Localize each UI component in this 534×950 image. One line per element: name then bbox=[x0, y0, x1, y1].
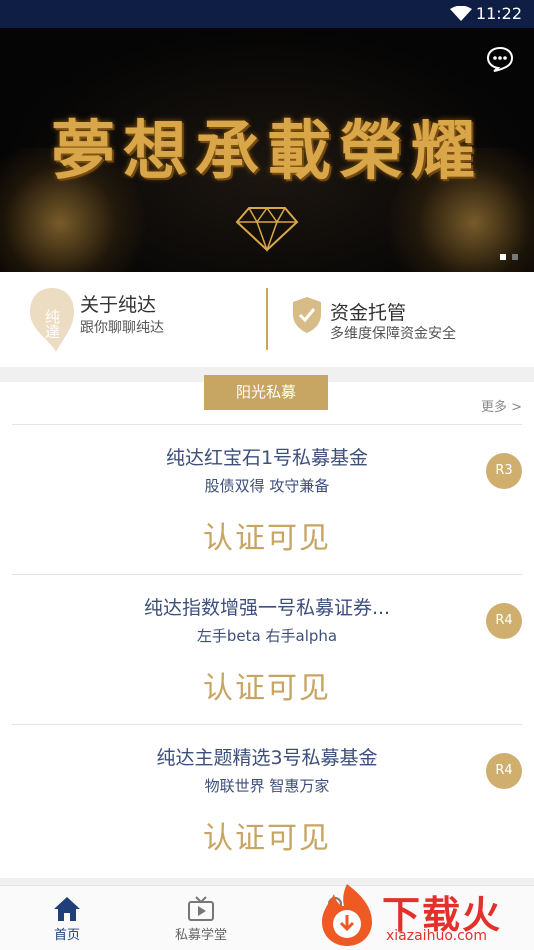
chat-icon[interactable] bbox=[486, 46, 514, 72]
watermark-url: xiazaihuo.com bbox=[386, 928, 487, 944]
wifi-icon bbox=[450, 6, 472, 21]
about-title: 关于纯达 bbox=[80, 294, 157, 316]
more-link[interactable]: 更多 > bbox=[481, 396, 522, 415]
banner-title: 夢想承載榮耀 bbox=[51, 114, 483, 189]
banner-carousel[interactable]: 夢想承載榮耀 bbox=[0, 28, 534, 272]
fund-auth-label: 认证可见 bbox=[203, 521, 331, 556]
tab-private-fund-school[interactable]: 私募学堂 bbox=[134, 886, 268, 950]
fund-auth-label: 认证可见 bbox=[203, 671, 331, 706]
fund-slogan: 物联世界 智惠万家 bbox=[204, 777, 330, 795]
section-tag: 阳光私募 bbox=[204, 375, 328, 410]
fund-slogan: 左手beta 右手alpha bbox=[196, 627, 338, 645]
fund-auth-label: 认证可见 bbox=[203, 821, 331, 856]
custody-subtitle: 多维度保障资金安全 bbox=[330, 326, 456, 342]
fund-custody-button[interactable]: 资金托管 多维度保障资金安全 bbox=[290, 272, 520, 367]
risk-badge: R4 bbox=[486, 603, 522, 639]
video-icon bbox=[188, 896, 214, 921]
about-chunda-button[interactable]: 纯達 关于纯达 跟你聊聊纯达 bbox=[28, 272, 258, 367]
custody-title: 资金托管 bbox=[330, 302, 407, 324]
xiazaihuo-watermark: 下载火 xiazaihuo.com bbox=[312, 880, 534, 949]
fund-name: 纯达指数增强一号私募证券... bbox=[143, 597, 391, 619]
feature-divider bbox=[266, 288, 268, 350]
risk-badge: R4 bbox=[486, 753, 522, 789]
tab-home-label: 首页 bbox=[53, 928, 80, 943]
diamond-icon bbox=[235, 206, 299, 252]
chunda-logo: 纯達 bbox=[28, 286, 76, 354]
fund-name: 纯达红宝石1号私募基金 bbox=[165, 447, 369, 469]
carousel-dot[interactable] bbox=[512, 254, 518, 260]
flame-logo-icon bbox=[322, 884, 372, 946]
private-fund-section: 阳光私募 更多 > 纯达红宝石1号私募基金 股债双得 攻守兼备 认证可见 R3 … bbox=[0, 375, 534, 878]
carousel-dot-active[interactable] bbox=[500, 254, 506, 260]
tab-school-label: 私募学堂 bbox=[174, 928, 227, 943]
about-subtitle: 跟你聊聊纯达 bbox=[80, 320, 164, 336]
shield-check-icon bbox=[293, 297, 321, 333]
fund-card[interactable]: 纯达指数增强一号私募证券... 左手beta 右手alpha 认证可见 R4 bbox=[12, 574, 522, 725]
status-time: 11:22 bbox=[475, 4, 522, 23]
svg-text:纯達: 纯達 bbox=[43, 309, 61, 339]
fund-slogan: 股债双得 攻守兼备 bbox=[204, 477, 330, 495]
fund-card[interactable]: 纯达红宝石1号私募基金 股债双得 攻守兼备 认证可见 R3 bbox=[12, 424, 522, 575]
fund-name: 纯达主题精选3号私募基金 bbox=[156, 747, 378, 769]
status-bar: 11:22 bbox=[0, 0, 534, 28]
risk-badge: R3 bbox=[486, 453, 522, 489]
home-icon bbox=[54, 897, 80, 921]
tab-home[interactable]: 首页 bbox=[0, 886, 134, 950]
fund-card[interactable]: 纯达主题精选3号私募基金 物联世界 智惠万家 认证可见 R4 bbox=[12, 724, 522, 875]
